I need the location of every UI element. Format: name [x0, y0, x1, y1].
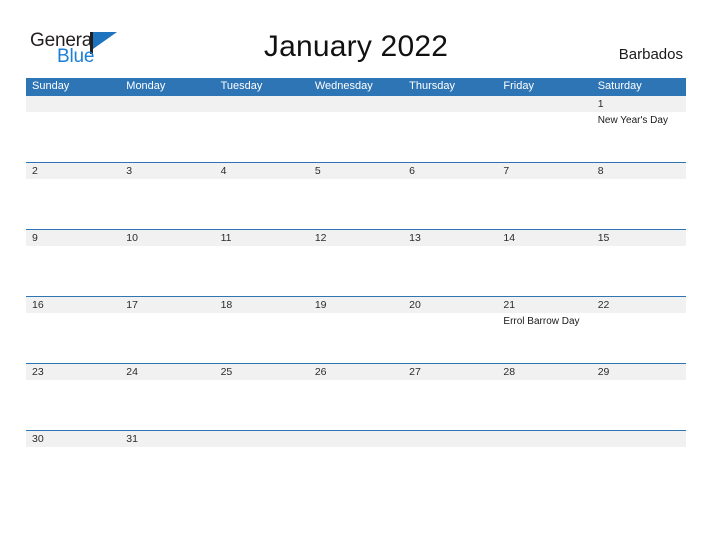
day-cell[interactable]: 15 — [592, 230, 686, 296]
day-cell[interactable]: 22 — [592, 297, 686, 363]
day-cell[interactable]: 3 — [120, 163, 214, 229]
day-cell[interactable]: 16 — [26, 297, 120, 363]
page-title: January 2022 — [263, 30, 449, 63]
page-header: General Blue January 2022 Barbados — [0, 0, 712, 78]
day-number: 4 — [220, 165, 227, 177]
day-number: 1 — [597, 98, 604, 110]
day-cell[interactable] — [497, 96, 591, 162]
day-cell[interactable]: 24 — [120, 364, 214, 430]
day-number: 9 — [32, 232, 38, 244]
day-cell[interactable]: 27 — [403, 364, 497, 430]
day-cell[interactable]: 30 — [26, 431, 120, 497]
day-number: 23 — [32, 366, 44, 378]
week-row: 9 10 11 12 13 14 15 — [26, 229, 686, 296]
day-cell[interactable] — [592, 431, 686, 497]
week-row: 16 17 18 19 20 21 Errol Barrow Day 22 — [26, 296, 686, 363]
day-cell[interactable]: 21 Errol Barrow Day — [497, 297, 591, 363]
week-row: 23 24 25 26 27 28 29 — [26, 363, 686, 430]
day-cell[interactable]: 12 — [309, 230, 403, 296]
day-number: 13 — [409, 232, 421, 244]
day-number: 7 — [503, 165, 510, 177]
day-number: 18 — [220, 299, 233, 311]
day-cell[interactable] — [403, 96, 497, 162]
day-cell[interactable]: 19 — [309, 297, 403, 363]
day-cell[interactable]: 23 — [26, 364, 120, 430]
day-cell[interactable] — [497, 431, 591, 497]
day-event: New Year's Day — [597, 115, 668, 126]
day-cell[interactable]: 18 — [215, 297, 309, 363]
day-cell[interactable] — [309, 96, 403, 162]
day-cell[interactable]: 7 — [497, 163, 591, 229]
weekday-header-monday: Monday — [126, 80, 166, 92]
week-row: 2 3 4 5 6 7 8 — [26, 162, 686, 229]
day-cell[interactable]: 25 — [215, 364, 309, 430]
day-cell[interactable] — [215, 96, 309, 162]
day-cell[interactable]: 2 — [26, 163, 120, 229]
day-cell[interactable] — [26, 96, 120, 162]
day-number: 31 — [126, 433, 138, 445]
day-cell[interactable]: 8 — [592, 163, 686, 229]
day-number: 6 — [409, 165, 415, 177]
day-number: 12 — [314, 232, 327, 244]
day-cell[interactable]: 10 — [120, 230, 214, 296]
day-number: 17 — [126, 299, 138, 311]
day-number: 24 — [126, 366, 138, 378]
day-cell[interactable]: 6 — [403, 163, 497, 229]
day-number: 19 — [314, 299, 327, 311]
day-event: Errol Barrow Day — [503, 316, 580, 327]
day-number: 27 — [409, 366, 421, 378]
day-number: 28 — [503, 366, 516, 378]
day-cell[interactable]: 28 — [497, 364, 591, 430]
day-number: 5 — [314, 165, 321, 177]
day-number: 3 — [126, 165, 133, 177]
day-number: 10 — [126, 232, 138, 244]
day-cell[interactable]: 31 — [120, 431, 214, 497]
weekday-header-thursday: Thursday — [409, 80, 455, 92]
day-cell[interactable] — [309, 431, 403, 497]
day-cell[interactable] — [120, 96, 214, 162]
day-number: 25 — [220, 366, 233, 378]
day-number: 15 — [597, 232, 610, 244]
weekday-header-wednesday: Wednesday — [314, 80, 373, 92]
day-cell[interactable]: 13 — [403, 230, 497, 296]
day-cell[interactable]: 9 — [26, 230, 120, 296]
day-cell[interactable]: 1 New Year's Day — [592, 96, 686, 162]
day-cell[interactable]: 20 — [403, 297, 497, 363]
day-cell[interactable] — [403, 431, 497, 497]
day-number: 29 — [597, 366, 610, 378]
day-cell[interactable]: 17 — [120, 297, 214, 363]
calendar-page: General Blue January 2022 Barbados Sunda… — [0, 0, 712, 550]
weekday-header-sunday: Sunday — [32, 80, 70, 92]
day-number: 26 — [314, 366, 327, 378]
day-number: 16 — [32, 299, 44, 311]
day-cell[interactable] — [215, 431, 309, 497]
day-number: 2 — [32, 165, 38, 177]
day-number: 21 — [503, 299, 516, 311]
week-row: 30 31 — [26, 430, 686, 497]
day-cell[interactable]: 29 — [592, 364, 686, 430]
day-number: 11 — [220, 232, 232, 244]
weekday-header-row: Sunday Monday Tuesday Wednesday Thursday… — [26, 78, 686, 95]
weekday-header-saturday: Saturday — [597, 80, 642, 92]
day-cell[interactable]: 14 — [497, 230, 591, 296]
weekday-header-friday: Friday — [503, 80, 534, 92]
day-cell[interactable]: 4 — [215, 163, 309, 229]
day-cell[interactable]: 5 — [309, 163, 403, 229]
day-cell[interactable]: 26 — [309, 364, 403, 430]
calendar-grid: Sunday Monday Tuesday Wednesday Thursday… — [26, 78, 686, 497]
weekday-header-tuesday: Tuesday — [220, 80, 263, 92]
day-number: 22 — [597, 299, 610, 311]
week-row: 1 New Year's Day — [26, 95, 686, 162]
country-label: Barbados — [618, 46, 683, 63]
day-number: 30 — [32, 433, 44, 445]
day-number: 8 — [597, 165, 604, 177]
day-cell[interactable]: 11 — [215, 230, 309, 296]
day-number: 20 — [409, 299, 421, 311]
day-number: 14 — [503, 232, 516, 244]
